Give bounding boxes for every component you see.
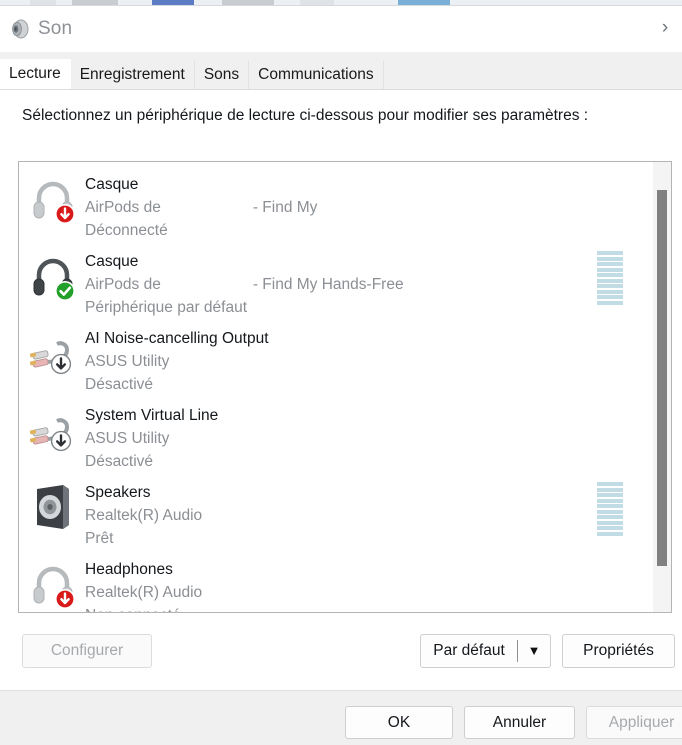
set-default-split-button[interactable]: Par défaut ▼	[420, 634, 551, 668]
tab-list: Lecture Enregistrement Sons Communicatio…	[0, 59, 384, 89]
device-status: Désactivé	[85, 376, 154, 393]
instruction-text: Sélectionnez un périphérique de lecture …	[22, 107, 589, 124]
device-subtitle: Realtek(R) Audio	[85, 507, 203, 524]
speaker-box-icon	[37, 485, 69, 529]
list-scrollbar[interactable]	[653, 162, 671, 612]
headphones-icon	[33, 566, 75, 609]
page-title: Son	[38, 18, 73, 39]
redacted-name	[160, 199, 253, 214]
headset-icon	[33, 258, 75, 301]
device-status: Non connecté	[85, 607, 181, 612]
tab-communications[interactable]: Communications	[249, 61, 384, 89]
device-status: Prêt	[85, 530, 114, 547]
speaker-icon	[12, 19, 29, 39]
audio-jack-icon	[29, 341, 72, 375]
device-subtitle-prefix: AirPods de	[85, 199, 161, 216]
device-row[interactable]: System Virtual Line ASUS Utility Désacti…	[19, 393, 653, 470]
device-name: Casque	[85, 176, 139, 193]
device-row[interactable]: Headphones Realtek(R) Audio Non connecté	[19, 547, 653, 612]
configure-button[interactable]: Configurer	[22, 634, 152, 668]
dialog-footer	[0, 690, 682, 745]
volume-meter	[597, 251, 623, 305]
redacted-name	[160, 276, 253, 291]
device-status: Déconnecté	[85, 222, 168, 239]
set-default-label: Par défaut	[433, 642, 505, 659]
device-row[interactable]: Casque AirPods de - Find My Déconnecté	[19, 162, 653, 239]
device-status: Désactivé	[85, 453, 154, 470]
device-subtitle: AirPods de - Find My	[85, 199, 317, 217]
sound-dialog: Son › Lecture Enregistrement Sons Commun…	[0, 6, 682, 745]
ok-button[interactable]: OK	[345, 706, 453, 739]
device-subtitle-prefix: AirPods de	[85, 276, 161, 293]
device-subtitle: Realtek(R) Audio	[85, 584, 203, 601]
device-subtitle-suffix: - Find My	[252, 199, 318, 216]
device-row[interactable]: Casque AirPods de - Find My Hands-Free Pé…	[19, 239, 653, 316]
tab-lecture[interactable]: Lecture	[0, 59, 71, 89]
device-name: Speakers	[85, 484, 151, 501]
audio-jack-icon	[29, 418, 72, 452]
device-name: AI Noise-cancelling Output	[85, 330, 269, 347]
device-subtitle-suffix: - Find My Hands-Free	[252, 276, 404, 293]
device-list-viewport: Casque AirPods de - Find My Déconnecté Ca…	[19, 162, 653, 612]
volume-meter	[597, 482, 623, 536]
properties-button[interactable]: Propriétés	[562, 634, 675, 668]
device-subtitle: AirPods de - Find My Hands-Free	[85, 276, 404, 294]
chevron-down-icon[interactable]: ▼	[518, 635, 550, 667]
tab-strip: Lecture Enregistrement Sons Communicatio…	[0, 52, 682, 90]
device-row[interactable]: Speakers Realtek(R) Audio Prêt	[19, 470, 653, 547]
title-bar: Son ›	[0, 6, 682, 52]
device-name: System Virtual Line	[85, 407, 219, 424]
device-status: Périphérique par défaut	[85, 299, 248, 316]
apply-button[interactable]: Appliquer	[586, 706, 682, 739]
scrollbar-thumb[interactable]	[657, 190, 667, 566]
tab-enregistrement[interactable]: Enregistrement	[70, 61, 195, 89]
device-subtitle: ASUS Utility	[85, 353, 170, 370]
playback-device-list[interactable]: Casque AirPods de - Find My Déconnecté Ca…	[18, 161, 672, 613]
device-name: Casque	[85, 253, 139, 270]
headset-icon	[33, 181, 75, 224]
chevron-right-icon[interactable]: ›	[654, 16, 676, 40]
device-name: Headphones	[85, 561, 173, 578]
tab-sons[interactable]: Sons	[194, 61, 250, 89]
device-row[interactable]: AI Noise-cancelling Output ASUS Utility …	[19, 316, 653, 393]
device-subtitle: ASUS Utility	[85, 430, 170, 447]
cancel-button[interactable]: Annuler	[464, 706, 575, 739]
